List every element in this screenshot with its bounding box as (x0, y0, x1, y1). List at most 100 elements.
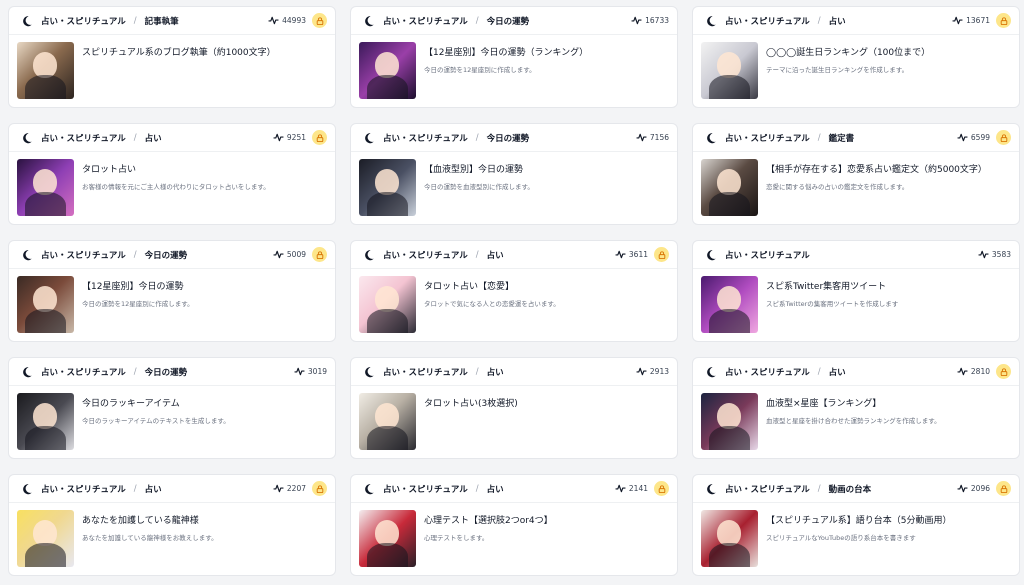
card-category[interactable]: 占い・スピリチュアル (41, 366, 126, 378)
card-title[interactable]: ◯◯◯誕生日ランキング（100位まで） (766, 45, 930, 58)
card-category[interactable]: 占い・スピリチュアル (725, 132, 810, 144)
card-description: タロットで気になる人との恋愛運を占います。 (424, 300, 560, 308)
card-title[interactable]: 【スピリチュアル系】語り台本（5分動画用） (766, 513, 951, 526)
card-category[interactable]: 占い・スピリチュアル (41, 15, 126, 27)
card-title[interactable]: スピリチュアル系のブログ執筆（約1000文字） (82, 45, 276, 58)
usage-count: 6599 (970, 133, 990, 142)
card-subcategory[interactable]: 動画の台本 (829, 483, 872, 495)
card-subcategory[interactable]: 今日の運勢 (487, 15, 530, 27)
card-title[interactable]: 【血液型別】今日の運勢 (424, 162, 534, 175)
moon-icon (23, 249, 32, 260)
template-card[interactable]: 占い・スピリチュアル / 今日の運勢 5009 【12星座別】今日の運勢 今日の… (8, 240, 336, 342)
lock-badge (654, 247, 669, 262)
template-card[interactable]: 占い・スピリチュアル / 占い 3611 タロット占い【恋愛】 タロットで気にな… (350, 240, 678, 342)
activity-icon (636, 367, 647, 376)
card-title[interactable]: 心理テスト【選択肢2つor4つ】 (424, 513, 553, 526)
card-header: 占い・スピリチュアル / 占い 2913 (351, 358, 677, 386)
card-info: タロット占い(3枚選択) (424, 393, 518, 450)
card-title[interactable]: 【12星座別】今日の運勢 (82, 279, 194, 292)
template-card[interactable]: 占い・スピリチュアル / 今日の運勢 3019 今日のラッキーアイテム 今日のラ… (8, 357, 336, 459)
usage-count: 2810 (970, 367, 990, 376)
card-category[interactable]: 占い・スピリチュアル (383, 249, 468, 261)
template-card[interactable]: 占い・スピリチュアル / 占い 2207 あなたを加護している龍神様 あなたを加… (8, 474, 336, 576)
card-thumbnail[interactable] (17, 510, 74, 567)
card-thumbnail[interactable] (359, 510, 416, 567)
card-title[interactable]: 血液型×星座【ランキング】 (766, 396, 941, 409)
usage-count: 13671 (966, 16, 990, 25)
template-card[interactable]: 占い・スピリチュアル / 今日の運勢 7156 【血液型別】今日の運勢 今日の運… (350, 123, 678, 225)
card-title[interactable]: タロット占い (82, 162, 270, 175)
template-card[interactable]: 占い・スピリチュアル / 占い 2913 タロット占い(3枚選択) (350, 357, 678, 459)
lock-icon (316, 484, 323, 493)
card-thumbnail[interactable] (359, 276, 416, 333)
card-thumbnail[interactable] (701, 393, 758, 450)
lock-icon (1000, 484, 1007, 493)
card-header: 占い・スピリチュアル / 今日の運勢 5009 (9, 241, 335, 269)
moon-icon (365, 249, 374, 260)
template-card[interactable]: 占い・スピリチュアル / 占い 9251 タロット占い お客様の情報を元にご主人… (8, 123, 336, 225)
template-card[interactable]: 占い・スピリチュアル / 占い 13671 ◯◯◯誕生日ランキング（100位まで… (692, 6, 1020, 108)
template-card[interactable]: 占い・スピリチュアル / 今日の運勢 16733 【12星座別】今日の運勢（ラン… (350, 6, 678, 108)
card-category[interactable]: 占い・スピリチュアル (41, 483, 126, 495)
template-card[interactable]: 占い・スピリチュアル / 記事執筆 44993 スピリチュアル系のブログ執筆（約… (8, 6, 336, 108)
template-card-grid: 占い・スピリチュアル / 記事執筆 44993 スピリチュアル系のブログ執筆（約… (8, 6, 1020, 576)
card-description: あなたを加護している龍神様をお教えします。 (82, 534, 218, 542)
card-category[interactable]: 占い・スピリチュアル (725, 15, 810, 27)
card-subcategory[interactable]: 占い (829, 15, 846, 27)
card-title[interactable]: 【相手が存在する】恋愛系占い鑑定文（約5000文字） (766, 162, 987, 175)
card-thumbnail[interactable] (701, 276, 758, 333)
card-subcategory[interactable]: 今日の運勢 (145, 366, 188, 378)
card-title[interactable]: タロット占い(3枚選択) (424, 396, 518, 409)
template-card[interactable]: 占い・スピリチュアル / 鑑定書 6599 【相手が存在する】恋愛系占い鑑定文（… (692, 123, 1020, 225)
template-card[interactable]: 占い・スピリチュアル / 占い 2141 心理テスト【選択肢2つor4つ】 心理… (350, 474, 678, 576)
card-subcategory[interactable]: 占い (145, 483, 162, 495)
card-description: お客様の情報を元にご主人様の代わりにタロット占いをします。 (82, 183, 270, 191)
card-subcategory[interactable]: 占い (829, 366, 846, 378)
card-category[interactable]: 占い・スピリチュアル (383, 366, 468, 378)
card-title[interactable]: タロット占い【恋愛】 (424, 279, 560, 292)
moon-icon (365, 483, 374, 494)
card-category[interactable]: 占い・スピリチュアル (41, 249, 126, 261)
card-category[interactable]: 占い・スピリチュアル (725, 483, 810, 495)
lock-badge (312, 13, 327, 28)
card-header: 占い・スピリチュアル / 鑑定書 6599 (693, 124, 1019, 152)
card-thumbnail[interactable] (701, 510, 758, 567)
card-info: スピリチュアル系のブログ執筆（約1000文字） (82, 42, 276, 99)
card-subcategory[interactable]: 今日の運勢 (487, 132, 530, 144)
card-category[interactable]: 占い・スピリチュアル (725, 366, 810, 378)
card-subcategory[interactable]: 鑑定書 (829, 132, 855, 144)
breadcrumb-separator: / (475, 15, 479, 26)
card-category[interactable]: 占い・スピリチュアル (383, 483, 468, 495)
card-thumbnail[interactable] (17, 276, 74, 333)
card-header: 占い・スピリチュアル / 占い 2207 (9, 475, 335, 503)
template-card[interactable]: 占い・スピリチュアル 3583 スピ系Twitter集客用ツイート スピ系Twi… (692, 240, 1020, 342)
template-card[interactable]: 占い・スピリチュアル / 占い 2810 血液型×星座【ランキング】 血液型と星… (692, 357, 1020, 459)
card-thumbnail[interactable] (17, 159, 74, 216)
card-subcategory[interactable]: 占い (487, 483, 504, 495)
card-title[interactable]: あなたを加護している龍神様 (82, 513, 218, 526)
card-subcategory[interactable]: 占い (145, 132, 162, 144)
card-category[interactable]: 占い・スピリチュアル (383, 132, 468, 144)
card-title[interactable]: 【12星座別】今日の運勢（ランキング） (424, 45, 588, 58)
card-thumbnail[interactable] (359, 42, 416, 99)
card-thumbnail[interactable] (701, 159, 758, 216)
card-thumbnail[interactable] (359, 159, 416, 216)
card-thumbnail[interactable] (701, 42, 758, 99)
card-subcategory[interactable]: 占い (487, 249, 504, 261)
card-subcategory[interactable]: 今日の運勢 (145, 249, 188, 261)
card-category[interactable]: 占い・スピリチュアル (383, 15, 468, 27)
card-subcategory[interactable]: 記事執筆 (145, 15, 179, 27)
card-description: 恋愛に関する悩みの占いの鑑定文を作成します。 (766, 183, 909, 191)
card-category[interactable]: 占い・スピリチュアル (41, 132, 126, 144)
card-thumbnail[interactable] (17, 42, 74, 99)
card-description: 心理テストをします。 (424, 534, 489, 542)
card-category[interactable]: 占い・スピリチュアル (725, 249, 810, 261)
card-title[interactable]: 今日のラッキーアイテム (82, 396, 230, 409)
card-thumbnail[interactable] (17, 393, 74, 450)
card-body: 【相手が存在する】恋愛系占い鑑定文（約5000文字） 恋愛に関する悩みの占いの鑑… (693, 152, 1019, 216)
template-card[interactable]: 占い・スピリチュアル / 動画の台本 2096 【スピリチュアル系】語り台本（5… (692, 474, 1020, 576)
card-title[interactable]: スピ系Twitter集客用ツイート (766, 279, 898, 292)
card-thumbnail[interactable] (359, 393, 416, 450)
card-body: タロット占い(3枚選択) (351, 386, 677, 450)
card-subcategory[interactable]: 占い (487, 366, 504, 378)
